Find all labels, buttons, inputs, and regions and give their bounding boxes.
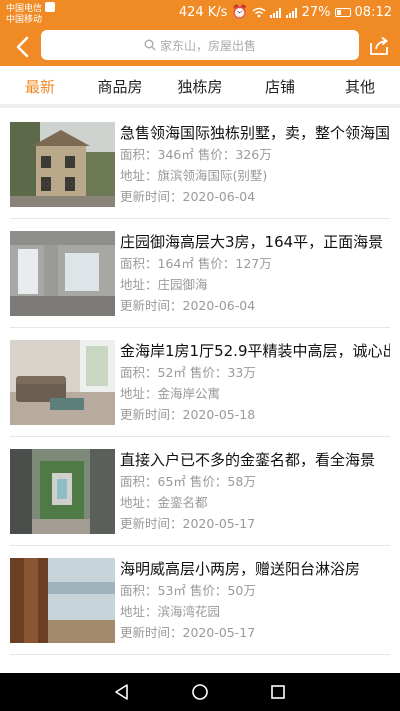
back-triangle-icon[interactable] (112, 682, 132, 702)
listing-area-price: 面积：164㎡ 售价：127万 (120, 256, 272, 271)
tab-latest[interactable]: 最新 (0, 66, 80, 104)
listing-info: 直接入户已不多的金銮名都，看全海景 面积：65㎡ 售价：58万 地址：金銮名都 … (120, 449, 390, 534)
listing-area-price: 面积：346㎡ 售价：326万 (120, 147, 272, 162)
listing-list: 急售领海国际独栋别墅，卖，整个领海国际 面积：346㎡ 售价：326万 地址：旗… (0, 110, 400, 655)
listing-item[interactable]: 海明威高层小两房，赠送阳台淋浴房 面积：53㎡ 售价：50万 地址：滨海湾花园 … (10, 546, 390, 655)
app-bar: 家东山，房屋出售 (0, 28, 400, 66)
status-right: 424 K/s ⏰ 27% 08:12 (179, 5, 392, 20)
listing-address: 地址：金銮名都 (120, 495, 208, 510)
aerial-photo (10, 449, 115, 534)
listing-title: 直接入户已不多的金銮名都，看全海景 (120, 451, 376, 469)
tab-detached-house[interactable]: 独栋房 (160, 66, 240, 104)
system-nav-bar (0, 673, 400, 711)
listing-updated: 更新时间：2020-05-17 (120, 516, 256, 531)
listing-updated: 更新时间：2020-05-17 (120, 625, 256, 640)
listing-info: 金海岸1房1厅52.9平精装中高层，诚心出售 面积：52㎡ 售价：33万 地址：… (120, 340, 390, 425)
listing-item[interactable]: 急售领海国际独栋别墅，卖，整个领海国际 面积：346㎡ 售价：326万 地址：旗… (10, 110, 390, 219)
status-bar: 中国电信 中国移动 424 K/s ⏰ 27% 08:12 (0, 0, 400, 28)
tab-commercial-housing[interactable]: 商品房 (80, 66, 160, 104)
wifi-icon (252, 7, 266, 18)
carrier-1: 中国电信 (6, 4, 43, 14)
villa-photo (10, 122, 115, 207)
search-placeholder: 家东山，房屋出售 (159, 38, 256, 53)
listing-item[interactable]: 庄园御海高层大3房，164平，正面海景 面积：164㎡ 售价：127万 地址：庄… (10, 219, 390, 328)
tab-shops[interactable]: 店铺 (240, 66, 320, 104)
listing-title: 金海岸1房1厅52.9平精装中高层，诚心出售 (120, 342, 390, 360)
listing-info: 急售领海国际独栋别墅，卖，整个领海国际 面积：346㎡ 售价：326万 地址：旗… (120, 122, 390, 207)
battery-percent: 27% (301, 5, 331, 20)
signal-icon-2 (285, 7, 298, 18)
back-icon[interactable] (12, 34, 34, 60)
home-circle-icon[interactable] (190, 682, 210, 702)
carrier-info: 中国电信 中国移动 (6, 2, 56, 26)
listing-item[interactable]: 金海岸1房1厅52.9平精装中高层，诚心出售 面积：52㎡ 售价：33万 地址：… (10, 328, 390, 437)
listing-area-price: 面积：52㎡ 售价：33万 (120, 365, 256, 380)
share-icon[interactable] (368, 35, 390, 57)
listing-item[interactable]: 直接入户已不多的金銮名都，看全海景 面积：65㎡ 售价：58万 地址：金銮名都 … (10, 437, 390, 546)
listing-updated: 更新时间：2020-05-18 (120, 407, 256, 422)
concrete-room-photo (10, 231, 115, 316)
listing-address: 地址：旗滨领海国际(别墅) (120, 168, 268, 183)
network-speed: 424 K/s (178, 5, 228, 20)
signal-icon-1 (269, 7, 282, 18)
listing-info: 海明威高层小两房，赠送阳台淋浴房 面积：53㎡ 售价：50万 地址：滨海湾花园 … (120, 558, 390, 643)
listing-address: 地址：金海岸公寓 (120, 386, 221, 401)
listing-title: 海明威高层小两房，赠送阳台淋浴房 (120, 560, 361, 578)
carrier-2: 中国移动 (6, 15, 43, 25)
search-input[interactable]: 家东山，房屋出售 (41, 30, 359, 60)
tab-other[interactable]: 其他 (320, 66, 400, 104)
clock: 08:12 (354, 5, 392, 20)
listing-title: 庄园御海高层大3房，164平，正面海景 (120, 233, 384, 251)
listing-info: 庄园御海高层大3房，164平，正面海景 面积：164㎡ 售价：127万 地址：庄… (120, 231, 390, 316)
battery-icon (334, 8, 351, 17)
alarm-icon: ⏰ (231, 5, 248, 20)
listing-title: 急售领海国际独栋别墅，卖，整个领海国际 (120, 124, 390, 142)
listing-updated: 更新时间：2020-06-04 (120, 298, 256, 313)
listing-area-price: 面积：65㎡ 售价：58万 (120, 474, 256, 489)
listing-area-price: 面积：53㎡ 售价：50万 (120, 583, 256, 598)
listing-updated: 更新时间：2020-06-04 (120, 189, 256, 204)
search-icon (144, 39, 156, 51)
recents-square-icon[interactable] (268, 682, 288, 702)
listing-address: 地址：滨海湾花园 (120, 604, 221, 619)
living-room-photo (10, 340, 115, 425)
bedroom-photo (10, 558, 115, 643)
sim-icon (45, 2, 56, 12)
listing-address: 地址：庄园御海 (120, 277, 208, 292)
category-tabs: 最新 商品房 独栋房 店铺 其他 (0, 66, 400, 108)
